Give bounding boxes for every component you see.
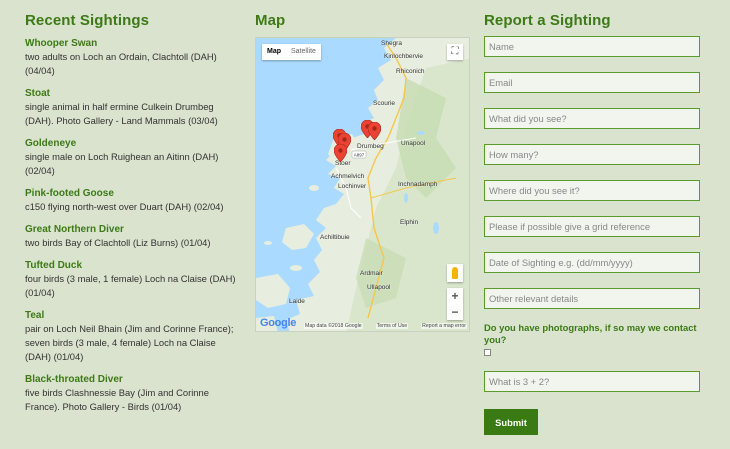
recent-sightings: Recent Sightings Whooper Swan two adults …: [25, 12, 240, 423]
where-seen-field[interactable]: [484, 180, 700, 201]
sighting-item: Stoat single animal in half ermine Culkei…: [25, 87, 240, 128]
zoom-in-button[interactable]: +: [447, 288, 463, 304]
sighting-item: Goldeneye single male on Loch Ruighean an…: [25, 137, 240, 178]
google-map[interactable]: A897 Shegra Kinlochbervie Rhiconich Scou…: [255, 37, 470, 332]
name-field[interactable]: [484, 36, 700, 57]
place-label: Elphin: [400, 219, 419, 226]
sighting-item: Black-throated Diver five birds Clashness…: [25, 373, 240, 414]
email-field[interactable]: [484, 72, 700, 93]
grid-reference-field[interactable]: [484, 216, 700, 237]
sighting-description: two birds Bay of Clachtoll (Liz Burns) (…: [25, 237, 211, 248]
place-label: Shegra: [381, 40, 402, 47]
sighting-title[interactable]: Whooper Swan: [25, 37, 240, 50]
place-label: Achiltibuie: [320, 234, 350, 241]
map-data-attribution: Map data ©2018 Google: [304, 323, 363, 329]
sighting-description: pair on Loch Neil Bhain (Jim and Corinne…: [25, 323, 234, 362]
how-many-field[interactable]: [484, 144, 700, 165]
place-label: Achmelvich: [331, 173, 365, 180]
map-type-control: Map Satellite: [262, 44, 321, 60]
sighting-description: four birds (3 male, 1 female) Loch na Cl…: [25, 273, 236, 298]
place-label: Kinlochbervie: [384, 53, 424, 60]
photographs-question: Do you have photographs, if so may we co…: [484, 322, 697, 345]
place-label: Laide: [289, 298, 305, 305]
map-footer: Map data ©2018 Google Terms of Use Repor…: [304, 323, 467, 329]
map-marker-icon[interactable]: [334, 144, 347, 162]
report-heading: Report a Sighting: [484, 12, 611, 29]
place-label: Inchnadamph: [398, 181, 438, 188]
place-label: Ardmair: [360, 270, 383, 277]
map-heading: Map: [255, 12, 286, 29]
terms-of-use-link[interactable]: Terms of Use: [375, 323, 409, 329]
other-details-field[interactable]: [484, 288, 700, 309]
zoom-out-button[interactable]: −: [447, 304, 463, 320]
sighting-description: single animal in half ermine Culkein Dru…: [25, 101, 218, 126]
place-label: Unapool: [401, 140, 426, 147]
street-view-pegman-icon[interactable]: [447, 264, 463, 282]
route-a897-label: A897: [354, 153, 365, 158]
recent-sightings-heading: Recent Sightings: [25, 12, 150, 29]
place-label: Ullapool: [367, 284, 391, 291]
sighting-title[interactable]: Stoat: [25, 87, 240, 100]
google-logo: Google: [260, 317, 297, 329]
map-type-satellite-button[interactable]: Satellite: [286, 44, 321, 60]
sighting-title[interactable]: Black-throated Diver: [25, 373, 240, 386]
map-section: Map A897 Shegra Kinlochbervie Rhiconich …: [255, 12, 470, 332]
sighting-item: Tufted Duck four birds (3 male, 1 female)…: [25, 259, 240, 300]
sighting-description: c150 flying north-west over Duart (DAH) …: [25, 201, 224, 212]
sighting-description: five birds Clashnessie Bay (Jim and Cori…: [25, 387, 209, 412]
place-label: Lochinver: [338, 183, 367, 190]
place-label: Scourie: [373, 100, 396, 107]
sighting-title[interactable]: Pink-footed Goose: [25, 187, 240, 200]
sightings-list: Whooper Swan two adults on Loch an Ordain…: [25, 37, 240, 414]
sighting-title[interactable]: Goldeneye: [25, 137, 240, 150]
date-field[interactable]: [484, 252, 700, 273]
map-marker-icon[interactable]: [368, 122, 381, 140]
sighting-description: single male on Loch Ruighean an Aitinn (…: [25, 151, 219, 176]
sighting-item: Whooper Swan two adults on Loch an Ordain…: [25, 37, 240, 78]
fullscreen-icon[interactable]: ⛶: [447, 44, 463, 60]
sighting-item: Pink-footed Goose c150 flying north-west …: [25, 187, 240, 214]
what-seen-field[interactable]: [484, 108, 700, 129]
report-map-error-link[interactable]: Report a map error: [421, 323, 467, 329]
submit-button[interactable]: Submit: [484, 409, 538, 435]
sighting-title[interactable]: Great Northern Diver: [25, 223, 240, 236]
sighting-title[interactable]: Tufted Duck: [25, 259, 240, 272]
map-type-map-button[interactable]: Map: [262, 44, 286, 60]
place-label: Rhiconich: [396, 68, 425, 75]
zoom-control: + −: [447, 288, 463, 320]
sighting-item: Teal pair on Loch Neil Bhain (Jim and Cor…: [25, 309, 240, 364]
sighting-title[interactable]: Teal: [25, 309, 240, 322]
report-sighting-form: Report a Sighting Do you have photograph…: [484, 12, 702, 435]
captcha-field[interactable]: [484, 371, 700, 392]
photographs-checkbox[interactable]: [484, 349, 491, 356]
place-label: Drumbeg: [357, 143, 384, 150]
sighting-item: Great Northern Diver two birds Bay of Cla…: [25, 223, 240, 250]
sighting-description: two adults on Loch an Ordain, Clachtoll …: [25, 51, 217, 76]
